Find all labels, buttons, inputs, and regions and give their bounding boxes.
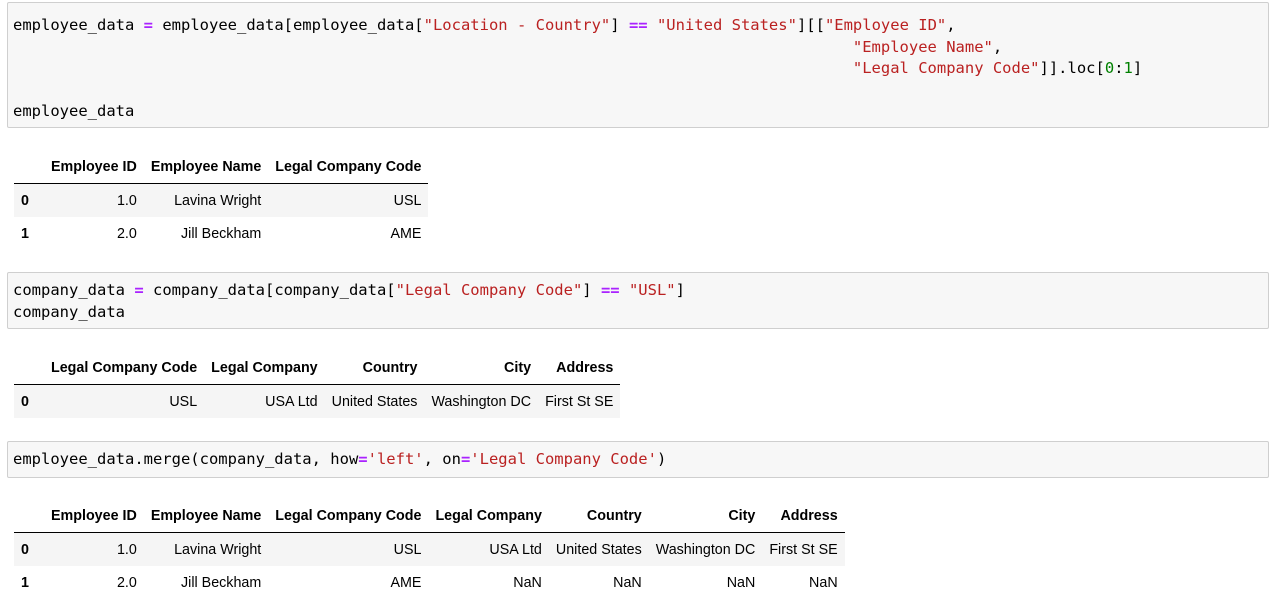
table-cell: 2.0 (116, 574, 137, 591)
table-row: 1 2.0 Jill Beckham AME (14, 217, 429, 250)
column-header: Legal Company Code (268, 500, 429, 533)
table-row: 0 1.0 Lavina Wright USL (14, 183, 429, 217)
table-cell: 1.0 (116, 541, 137, 558)
column-header: Employee ID (44, 500, 144, 533)
table-cell: USL (393, 541, 422, 558)
table-cell: United States (555, 541, 642, 558)
column-header: City (424, 352, 539, 385)
column-header: Employee Name (143, 151, 269, 184)
table-header-row: Employee ID Employee Name Legal Company … (14, 500, 845, 533)
table-cell: NaN (809, 574, 838, 591)
column-header: Legal Company Code (44, 352, 205, 385)
code-line: company_data (13, 302, 125, 321)
table-cell: AME (390, 225, 422, 242)
column-header: City (648, 500, 763, 533)
table-cell: NaN (513, 574, 542, 591)
dataframe-output-3: Employee ID Employee Name Legal Company … (14, 500, 845, 599)
code-cell-3[interactable]: employee_data.merge(company_data, how='l… (7, 441, 1269, 478)
table-cell: USL (393, 192, 422, 209)
column-header: Legal Company (204, 352, 325, 385)
table-cell: 1.0 (116, 192, 137, 209)
column-header: Country (548, 500, 649, 533)
table-cell: Jill Beckham (181, 574, 262, 591)
column-header (14, 151, 44, 184)
row-index: 0 (21, 192, 29, 209)
table-cell: Washington DC (431, 393, 532, 410)
code-editor-2[interactable]: company_data = company_data[company_data… (13, 280, 685, 323)
column-header: Legal Company (428, 500, 549, 533)
row-index: 1 (21, 225, 29, 242)
table-row: 0 1.0 Lavina Wright USL USA Ltd United S… (14, 532, 845, 566)
table-header-row: Legal Company Code Legal Company Country… (14, 352, 621, 385)
code-line: "Legal Company Code"]].loc[0:1] (852, 59, 1143, 77)
column-header (14, 500, 44, 533)
dataframe-output-1: Employee ID Employee Name Legal Company … (14, 151, 429, 250)
table-row: 1 2.0 Jill Beckham AME NaN NaN NaN NaN (14, 566, 845, 599)
column-header: Legal Company Code (268, 151, 429, 184)
table-cell: Lavina Wright (174, 541, 262, 558)
column-header: Employee Name (143, 500, 269, 533)
row-index: 1 (21, 574, 29, 591)
code-line: employee_data = employee_data[employee_d… (13, 16, 956, 34)
table-cell: Lavina Wright (174, 192, 262, 209)
table-cell: First St SE (769, 541, 838, 558)
table-cell: 2.0 (116, 225, 137, 242)
column-header (14, 352, 44, 385)
table-cell: United States (331, 393, 418, 410)
table-cell: USL (169, 393, 198, 410)
table-cell: NaN (613, 574, 642, 591)
table-cell: NaN (726, 574, 756, 591)
code-line: employee_data (13, 102, 135, 120)
code-line: company_data = company_data[company_data… (13, 281, 685, 299)
table-cell: Washington DC (655, 541, 756, 558)
column-header: Employee ID (44, 151, 144, 184)
table-row: 0 USL USA Ltd United States Washington D… (14, 384, 621, 418)
code-line: "Employee Name", (852, 37, 1003, 56)
table-cell: Jill Beckham (181, 225, 262, 242)
row-index: 0 (21, 393, 29, 410)
code-editor-1[interactable]: employee_data = employee_data[employee_d… (13, 15, 1142, 123)
dataframe-output-2: Legal Company Code Legal Company Country… (14, 352, 621, 418)
column-header: Country (324, 352, 425, 385)
column-header: Address (538, 352, 621, 385)
code-editor-3[interactable]: employee_data.merge(company_data, how='l… (13, 449, 666, 471)
table-cell: First St SE (545, 393, 614, 410)
table-header-row: Employee ID Employee Name Legal Company … (14, 151, 429, 184)
table-cell: USA Ltd (265, 393, 318, 410)
row-index: 0 (21, 541, 29, 558)
code-cell-2[interactable]: company_data = company_data[company_data… (7, 272, 1269, 329)
code-cell-1[interactable]: employee_data = employee_data[employee_d… (7, 2, 1269, 128)
table-cell: USA Ltd (489, 541, 542, 558)
code-line: employee_data.merge(company_data, how='l… (13, 450, 667, 468)
column-header: Address (762, 500, 845, 533)
table-cell: AME (390, 574, 422, 591)
